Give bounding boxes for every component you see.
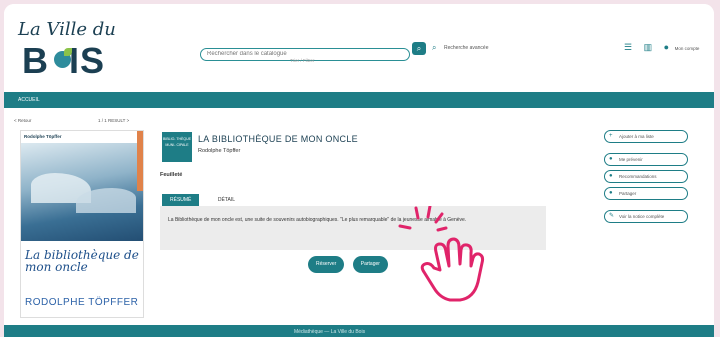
record-title: LA BIBLIOTHÈQUE DE MON ONCLE [198, 134, 358, 144]
plus-icon: + [609, 133, 613, 139]
info-icon: ✎ [609, 213, 615, 219]
record-type: Feuilleté [160, 172, 183, 178]
search-hint[interactable]: Trier / Filtrer [290, 58, 314, 63]
result-pager[interactable]: 1 / 1 RESULT > [98, 118, 129, 123]
bell-icon: ● [609, 156, 613, 162]
share-button[interactable]: Partager [352, 256, 388, 273]
record-tabs: RÉSUMÉ DÉTAIL [162, 188, 249, 206]
site-logo[interactable]: La Ville du B IS [18, 18, 128, 81]
menu-icon[interactable]: ☰ [624, 42, 632, 52]
full-record-button[interactable]: ✎ Voir la notice complète [604, 210, 688, 223]
back-link[interactable]: < Retour [14, 118, 31, 123]
side-actions: + Ajouter à ma liste ● Me prévenir ● Recomm… [604, 130, 688, 227]
site-header: La Ville du BIS ⌕ ⌕ Recherche avancée Tr… [4, 4, 714, 86]
header-icons: ☰ ▥ ● Mon compte [624, 42, 708, 53]
tab-summary[interactable]: RÉSUMÉ [162, 194, 200, 206]
tab-detail[interactable]: DÉTAIL [210, 194, 243, 206]
pointer-hand-icon [398, 206, 485, 302]
record-author[interactable]: Rodolphe Töpffer [198, 148, 240, 154]
main-nav: ACCUEIL [4, 92, 714, 108]
reserve-button[interactable]: Réserver [308, 256, 345, 273]
advanced-search-link[interactable]: Recherche avancée [444, 45, 488, 51]
search-bar: ⌕ ⌕ Recherche avancée Trier / Filtrer [200, 42, 488, 63]
search-icon: ⌕ [416, 44, 422, 53]
nav-home-link[interactable]: ACCUEIL [18, 97, 40, 103]
account-label[interactable]: Mon compte [675, 46, 700, 51]
book-cover[interactable]: Rodolphe Töpffer La bibliothèque de mon … [20, 130, 144, 318]
record-actions: Réserver Partager [308, 252, 392, 273]
cover-author: RODOLPHE TÖPFFER [25, 297, 139, 308]
add-to-list-button[interactable]: + Ajouter à ma liste [604, 130, 688, 143]
account-icon[interactable]: ● [664, 42, 669, 52]
cover-title: La bibliothèque de mon oncle [25, 248, 139, 274]
advanced-search-icon[interactable]: ⌕ [432, 43, 436, 53]
share-side-button[interactable]: ● Partager [604, 187, 688, 200]
site-footer: Médiathèque — La Ville du Bois [4, 325, 714, 337]
cover-author-tag: Rodolphe Töpffer [24, 134, 62, 139]
cover-ribbon [137, 131, 143, 191]
star-icon: ● [609, 173, 613, 179]
share-icon: ● [609, 190, 613, 196]
record-thumbnail: BIBLIO- THÈQUE MUNI- CIPALE [162, 132, 192, 162]
footer-text: Médiathèque — La Ville du Bois [294, 329, 366, 335]
notify-button[interactable]: ● Me prévenir [604, 153, 688, 166]
record-cover-column: < Retour 1 / 1 RESULT > Rodolphe Töpffer… [8, 116, 148, 318]
page-frame: La Ville du BIS ⌕ ⌕ Recherche avancée Tr… [4, 4, 714, 337]
cover-illustration [21, 143, 143, 241]
search-button[interactable]: ⌕ [412, 42, 426, 55]
logo-line1: La Ville du [18, 19, 116, 40]
recommendations-button[interactable]: ● Recommandations [604, 170, 688, 183]
logo-leaf-icon [64, 48, 72, 56]
books-icon[interactable]: ▥ [644, 42, 653, 52]
